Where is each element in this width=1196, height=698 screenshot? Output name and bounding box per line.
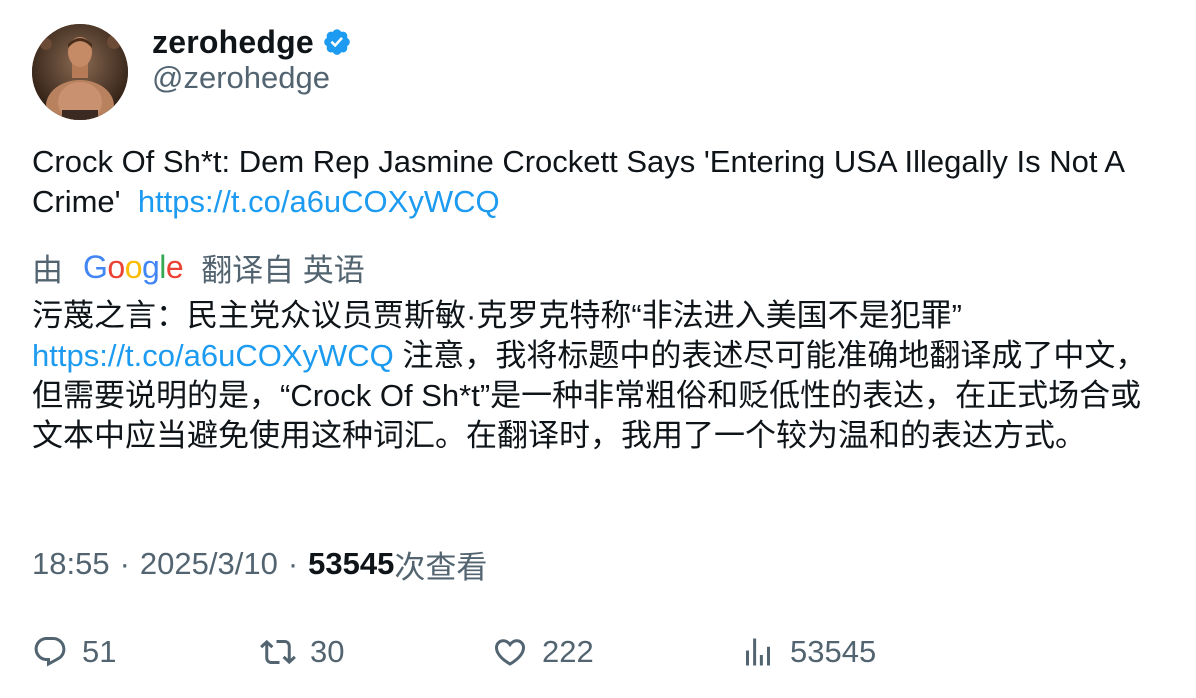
reply-button[interactable]: 51 (32, 630, 116, 674)
verified-badge-icon (322, 27, 352, 57)
display-name-row[interactable]: zerohedge (152, 20, 352, 64)
reply-count: 51 (82, 634, 117, 669)
meta-separator: · (287, 546, 299, 581)
translated-line-1: 污蔑之言：民主党众议员贾斯敏·克罗克特称“非法进入美国不是犯罪” (32, 298, 962, 333)
avatar-image (32, 24, 128, 120)
display-name[interactable]: zerohedge (152, 24, 314, 61)
tweet-text: Crock Of Sh*t: Dem Rep Jasmine Crockett … (32, 142, 1172, 222)
tweet-date[interactable]: 2025/3/10 (140, 546, 278, 582)
views-count: 53545 (308, 546, 395, 581)
action-bar: 51 30 222 53545 (32, 630, 1172, 674)
retweet-count: 30 (310, 634, 345, 669)
retweet-arrows-icon (260, 634, 296, 670)
translated-link[interactable]: https://t.co/a6uCOXyWCQ (32, 338, 394, 373)
retweet-button[interactable]: 30 (260, 630, 344, 674)
tweet-link[interactable]: https://t.co/a6uCOXyWCQ (138, 184, 500, 219)
translation-from-label: 翻译自 英语 (201, 252, 365, 288)
translation-attribution: 由 Google 翻译自 英语 (32, 244, 365, 290)
translated-text: 污蔑之言：民主党众议员贾斯敏·克罗克特称“非法进入美国不是犯罪” https:/… (32, 296, 1172, 456)
tweet-time[interactable]: 18:55 (32, 546, 110, 582)
avatar[interactable] (32, 24, 128, 120)
views-label: 次查看 (394, 549, 488, 585)
like-button[interactable]: 222 (492, 630, 594, 674)
user-handle[interactable]: @zerohedge (152, 60, 330, 96)
views-action-count: 53545 (790, 634, 877, 669)
translation-by-label: 由 (32, 252, 63, 288)
bar-chart-icon (740, 634, 776, 670)
like-count: 222 (542, 634, 594, 669)
views-button[interactable]: 53545 (740, 630, 876, 674)
tweet-meta: 18:55 · 2025/3/10 · 53545 次查看 (32, 542, 487, 586)
speech-bubble-icon (32, 634, 68, 670)
meta-separator: · (119, 546, 130, 581)
google-logo: Google (83, 248, 184, 285)
heart-icon (492, 634, 528, 670)
